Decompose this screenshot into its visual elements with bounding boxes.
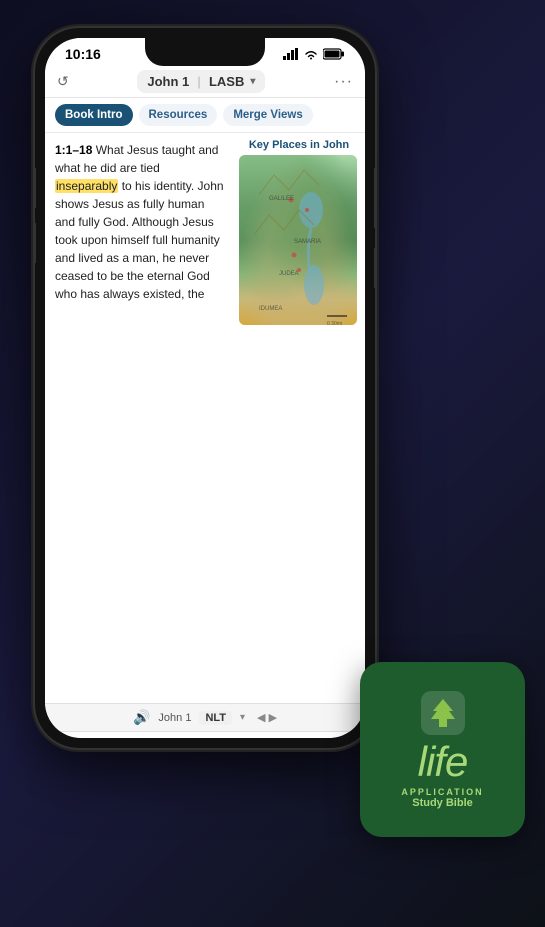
wifi-icon [304,49,318,60]
badge-title: Study Bible [412,797,473,809]
nav-book: John 1 [147,74,189,89]
map-svg: GALILEE SAMARIA JUDEA IDUMEA 0 30mi [239,155,357,325]
nav-center[interactable]: John 1 | LASB ▾ [137,70,265,93]
more-menu-icon[interactable]: ··· [334,73,353,91]
tree-icon-container [421,691,465,735]
bible-text-section: Prologue: Christ, the Eternal Word 1 i I… [45,732,365,738]
speaker-icon[interactable]: 🔊 [133,709,150,726]
verse-reference: 1:1–18 [55,143,92,157]
volume-up-button[interactable] [35,168,36,208]
content-area: 1:1–18 What Jesus taught and what he did… [45,133,365,703]
nav-version: LASB [209,74,244,89]
phone-screen: 10:16 [45,38,365,738]
svg-text:0 30mi: 0 30mi [327,321,342,325]
battery-icon [323,48,345,60]
tab-book-intro[interactable]: Book Intro [55,104,133,126]
svg-text:IDUMEA: IDUMEA [259,306,282,312]
nav-bar: ↺ John 1 | LASB ▾ ··· [45,66,365,98]
scene: 10:16 [0,0,545,927]
svg-text:SAMARIA: SAMARIA [294,239,321,245]
svg-text:JUDEA: JUDEA [279,271,299,277]
badge-life-text: life [418,741,468,783]
nav-dropdown-icon[interactable]: ▾ [250,76,255,87]
bible-version-badge[interactable]: NLT [199,711,232,725]
version-dropdown-icon[interactable]: ▾ [240,712,245,723]
volume-down-button[interactable] [35,223,36,263]
map-panel: Key Places in John [235,133,365,703]
history-icon[interactable]: ↺ [57,73,69,90]
audio-bar: 🔊 John 1 NLT ▾ ◀ ▶ [45,703,365,732]
highlighted-word: inseparably [55,179,118,193]
svg-text:GALILEE: GALILEE [269,196,294,202]
signal-icon [283,48,299,60]
tabs-bar: Book Intro Resources Merge Views [45,98,365,133]
phone-frame: 10:16 [35,28,375,748]
tab-resources[interactable]: Resources [139,104,218,126]
tab-merge-views[interactable]: Merge Views [223,104,312,126]
intro-commentary: 1:1–18 What Jesus taught and what he did… [45,133,235,703]
map-image[interactable]: GALILEE SAMARIA JUDEA IDUMEA 0 30mi [239,155,357,325]
audio-extra: ◀ ▶ [257,711,277,724]
power-button[interactable] [374,168,375,228]
status-time: 10:16 [65,46,101,62]
nav-divider: | [197,74,201,89]
map-title: Key Places in John [239,139,359,151]
audio-book: John 1 [158,712,191,724]
notch [145,38,265,66]
app-badge: life APPLICATION Study Bible [360,662,525,837]
intro-body-part2: to his identity. John shows Jesus as ful… [55,179,224,301]
tree-icon [429,697,457,729]
side-button-2[interactable] [374,248,375,288]
badge-subtitle: APPLICATION [401,787,483,797]
status-icons [283,48,345,60]
